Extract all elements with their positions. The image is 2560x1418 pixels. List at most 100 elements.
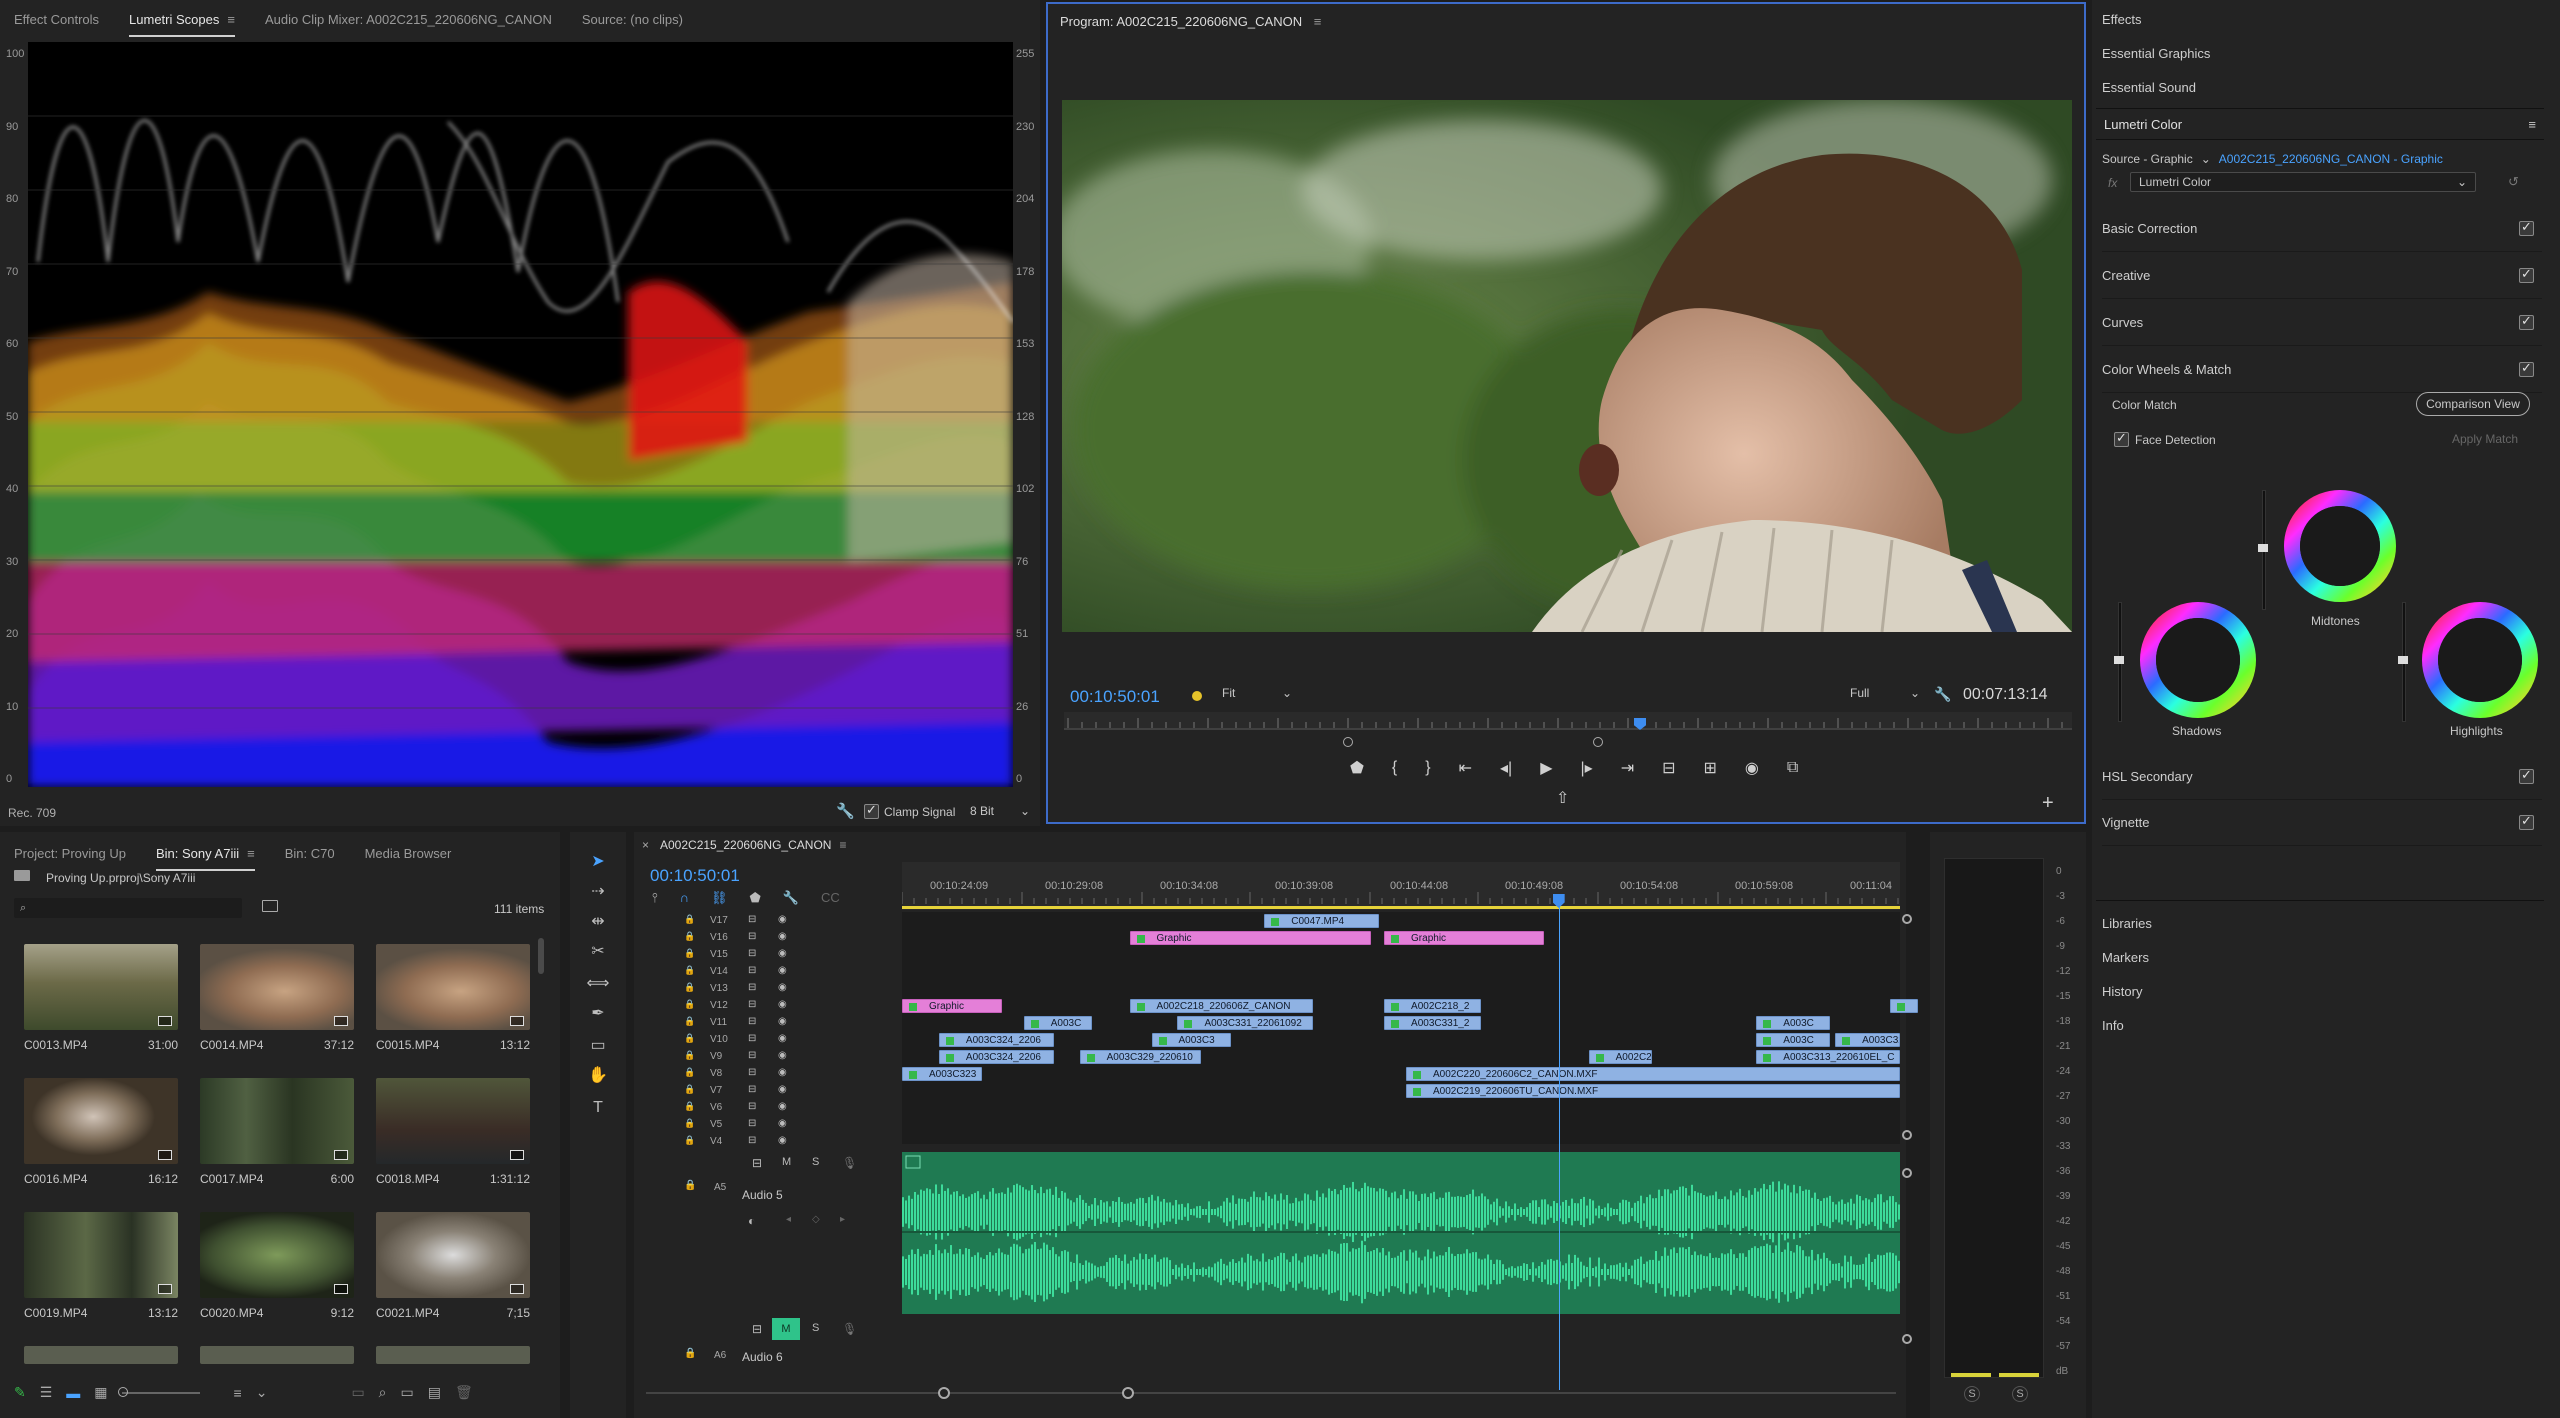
- track-select-tool-icon[interactable]: ⇢: [586, 880, 610, 904]
- sync-lock-icon[interactable]: ⊟: [752, 1156, 762, 1170]
- lock-icon[interactable]: 🔒: [684, 1135, 695, 1146]
- bin-thumbnail[interactable]: [376, 1212, 530, 1298]
- sync-lock-icon[interactable]: ⊟: [748, 982, 756, 993]
- eye-icon[interactable]: ◉: [778, 1118, 787, 1129]
- project-search-input[interactable]: ⌕: [14, 898, 242, 918]
- volume-knob-icon[interactable]: ◐: [748, 1214, 755, 1228]
- snap-magnet-icon[interactable]: ∩: [680, 890, 689, 906]
- essential-sound-tab[interactable]: Essential Sound: [2102, 80, 2196, 95]
- lock-icon[interactable]: 🔒: [684, 1084, 695, 1095]
- essential-graphics-tab[interactable]: Essential Graphics: [2102, 46, 2210, 61]
- timeline-current-timecode[interactable]: 00:10:50:01: [650, 866, 740, 886]
- eye-icon[interactable]: ◉: [778, 982, 787, 993]
- tab-bin-sony[interactable]: Bin: Sony A7iii ≡: [156, 846, 255, 871]
- timeline-clip[interactable]: A002C218_220606Z_CANON: [1129, 999, 1314, 1013]
- eye-icon[interactable]: ◉: [778, 965, 787, 976]
- sync-lock-icon[interactable]: ⊟: [748, 1033, 756, 1044]
- sync-lock-icon[interactable]: ⊟: [748, 1084, 756, 1095]
- sync-lock-icon[interactable]: ⊟: [748, 1050, 756, 1061]
- tab-audio-clip-mixer[interactable]: Audio Clip Mixer: A002C215_220606NG_CANO…: [265, 12, 552, 27]
- bin-thumbnail[interactable]: [24, 944, 178, 1030]
- audio-vertical-scroll-handle[interactable]: [1902, 1168, 1912, 1178]
- next-keyframe-icon[interactable]: ▸: [840, 1214, 845, 1225]
- eye-icon[interactable]: ◉: [778, 1016, 787, 1027]
- automate-to-sequence-icon[interactable]: ▭: [351, 1384, 364, 1401]
- selection-tool-icon[interactable]: ➤: [586, 850, 610, 874]
- program-current-timecode[interactable]: 00:10:50:01: [1070, 687, 1160, 707]
- chevron-down-icon[interactable]: ⌄: [256, 1384, 268, 1401]
- timeline-vertical-scroll-handle-bottom[interactable]: [1902, 1130, 1912, 1140]
- bin-thumbnail[interactable]: [24, 1078, 178, 1164]
- timeline-clip[interactable]: A003C324_2206: [938, 1033, 1054, 1047]
- chevron-down-icon[interactable]: ⌄: [2201, 152, 2211, 166]
- panel-menu-icon[interactable]: ≡: [227, 12, 235, 27]
- timeline-clip[interactable]: A003C32: [1835, 1033, 1900, 1047]
- lumetri-section-row[interactable]: Basic Correction: [2102, 206, 2542, 252]
- mute-button[interactable]: M: [782, 1156, 791, 1168]
- eye-icon[interactable]: ◉: [778, 948, 787, 959]
- lock-icon[interactable]: 🔒: [684, 1348, 696, 1359]
- vignette-checkbox[interactable]: [2519, 813, 2534, 830]
- linked-selection-icon[interactable]: ⛓: [711, 890, 728, 906]
- lock-icon[interactable]: 🔒: [684, 999, 695, 1010]
- step-forward-icon[interactable]: |▸: [1581, 758, 1593, 778]
- lumetri-section-checkbox[interactable]: [2519, 266, 2534, 283]
- eye-icon[interactable]: ◉: [778, 931, 787, 942]
- sync-lock-icon[interactable]: ⊟: [748, 914, 756, 925]
- lumetri-section-row[interactable]: Curves: [2102, 300, 2542, 346]
- libraries-tab[interactable]: Libraries: [2102, 916, 2152, 931]
- button-editor-plus-icon[interactable]: +: [2042, 792, 2054, 815]
- timeline-clip[interactable]: A003C324_2206: [938, 1050, 1054, 1064]
- eye-icon[interactable]: ◉: [778, 1033, 787, 1044]
- sync-lock-icon[interactable]: ⊟: [748, 999, 756, 1010]
- hsl-secondary-checkbox[interactable]: [2519, 767, 2534, 784]
- bin-thumbnail[interactable]: [376, 944, 530, 1030]
- mute-button[interactable]: M: [772, 1318, 800, 1340]
- timeline-clip[interactable]: A003C331_2: [1384, 1016, 1481, 1030]
- timeline-clip[interactable]: Graphic: [1129, 931, 1372, 945]
- playback-resolution-select[interactable]: Full ⌄: [1850, 686, 1920, 700]
- wrench-icon[interactable]: 🔧: [836, 802, 855, 820]
- new-search-bin-icon[interactable]: [262, 900, 278, 912]
- midtones-wheel[interactable]: [2280, 486, 2400, 606]
- apply-match-button[interactable]: Apply Match: [2452, 432, 2518, 446]
- mark-out-icon[interactable]: }: [1425, 759, 1430, 777]
- sync-lock-icon[interactable]: ⊟: [748, 948, 756, 959]
- sequence-tab[interactable]: A002C215_220606NG_CANON ≡: [660, 838, 846, 852]
- captions-icon[interactable]: CC: [821, 890, 840, 906]
- lumetri-section-checkbox[interactable]: [2519, 219, 2534, 236]
- lock-icon[interactable]: 🔒: [684, 982, 695, 993]
- clamp-signal-checkbox[interactable]: [864, 802, 879, 819]
- rectangle-tool-icon[interactable]: ▭: [586, 1034, 610, 1058]
- tab-project[interactable]: Project: Proving Up: [14, 846, 126, 861]
- scroll-handle-right[interactable]: [1122, 1387, 1134, 1399]
- highlights-slider-handle[interactable]: [2398, 656, 2408, 664]
- previous-keyframe-icon[interactable]: ◂: [786, 1214, 791, 1225]
- lock-icon[interactable]: 🔒: [684, 1050, 695, 1061]
- list-view-icon[interactable]: ☰: [40, 1384, 53, 1401]
- effects-panel-tab[interactable]: Effects: [2102, 12, 2142, 27]
- midtones-slider-handle[interactable]: [2258, 544, 2268, 552]
- play-icon[interactable]: ▶: [1540, 758, 1552, 778]
- trash-icon[interactable]: 🗑: [455, 1384, 473, 1401]
- ripple-edit-tool-icon[interactable]: ⇹: [586, 910, 610, 934]
- find-icon[interactable]: ⌕: [379, 1384, 387, 1401]
- eye-icon[interactable]: ◉: [778, 1101, 787, 1112]
- in-point-marker[interactable]: [1343, 737, 1353, 747]
- timeline-clip[interactable]: Graphic: [1384, 931, 1544, 945]
- new-item-icon[interactable]: ▤: [428, 1384, 441, 1401]
- microphone-icon[interactable]: 🎙: [842, 1322, 857, 1336]
- eye-icon[interactable]: ◉: [778, 1050, 787, 1061]
- sync-lock-icon[interactable]: ⊟: [752, 1322, 762, 1336]
- bin-thumbnail[interactable]: [200, 944, 354, 1030]
- timeline-settings-wrench-icon[interactable]: 🔧: [783, 890, 799, 906]
- timeline-vertical-scroll-handle[interactable]: [1902, 914, 1912, 924]
- timeline-clip[interactable]: A002C2: [1588, 1050, 1653, 1064]
- timeline-clip[interactable]: A002C220_220606C2_CANON.MXF: [1405, 1067, 1900, 1081]
- bin-thumbnail[interactable]: [200, 1078, 354, 1164]
- panel-menu-icon[interactable]: ≡: [2528, 117, 2536, 132]
- tab-effect-controls[interactable]: Effect Controls: [14, 12, 99, 27]
- settings-wrench-icon[interactable]: 🔧: [1934, 686, 1951, 703]
- lock-icon[interactable]: 🔒: [684, 1033, 695, 1044]
- pen-tool-icon[interactable]: ✒: [586, 1002, 610, 1026]
